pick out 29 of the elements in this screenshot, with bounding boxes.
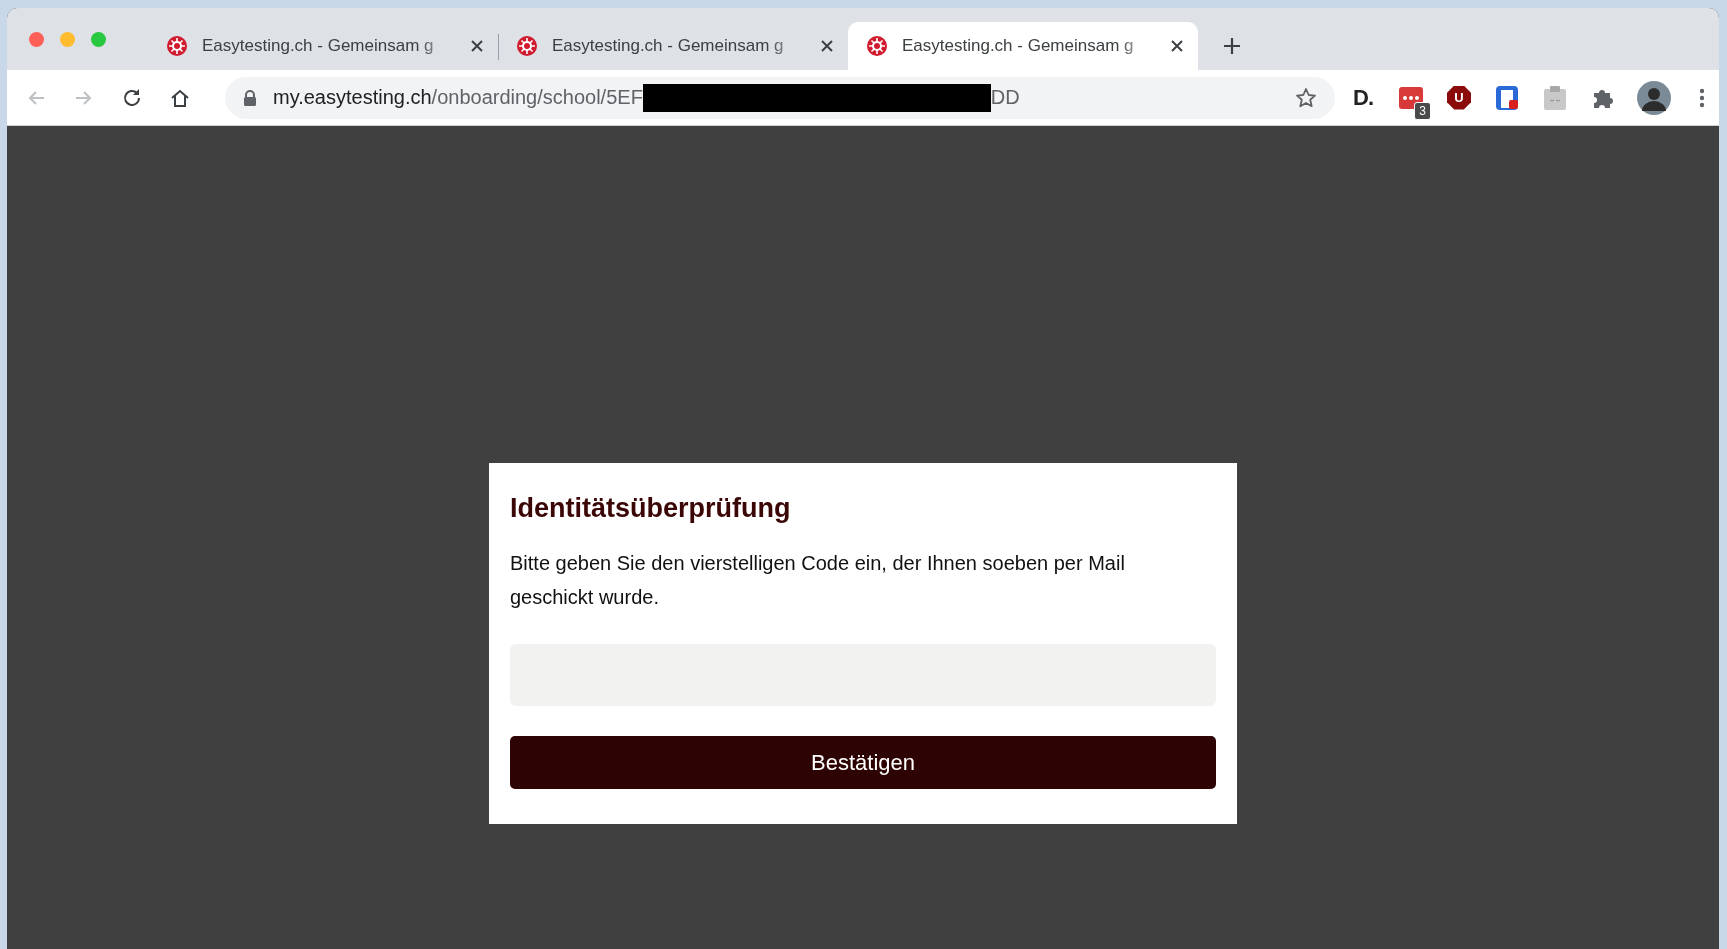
dialog-title: Identitätsüberprüfung xyxy=(510,493,792,524)
bookmark-star-icon[interactable] xyxy=(1295,86,1317,109)
tab-title: Easytesting.ch - Gemeinsam g xyxy=(202,36,435,56)
url-path-end: DD xyxy=(990,86,1020,109)
url-path: /onboarding/school/5EF xyxy=(431,86,643,109)
lock-icon xyxy=(243,89,257,106)
browser-tab[interactable]: Easytesting.ch - Gemeinsam g xyxy=(498,22,848,70)
close-tab-icon[interactable] xyxy=(1170,39,1184,53)
confirm-button[interactable]: Bestätigen xyxy=(510,736,1216,789)
extension-badge: 3 xyxy=(1414,101,1431,120)
new-tab-icon[interactable] xyxy=(1222,36,1242,56)
dialog-message: Bitte geben Sie den vierstelligen Code ein, der Ihnen soeben per Mail geschickt wurde. xyxy=(510,551,1126,610)
extension-icon[interactable]: U xyxy=(1445,83,1473,112)
favicon-icon xyxy=(866,35,888,57)
extension-icon[interactable]: D. xyxy=(1349,83,1377,112)
tab-title: Easytesting.ch - Gemeinsam g xyxy=(902,36,1135,56)
browser-tab[interactable]: Easytesting.ch - Gemeinsam g xyxy=(848,22,1198,70)
avatar-icon[interactable] xyxy=(1637,80,1671,115)
url-host: my.easytesting.ch xyxy=(273,86,432,109)
close-tab-icon[interactable] xyxy=(820,39,834,53)
favicon-icon xyxy=(166,35,188,57)
bookmark-extension-icon[interactable] xyxy=(1493,83,1521,112)
favicon-icon xyxy=(516,35,538,57)
tab-title: Easytesting.ch - Gemeinsam g xyxy=(552,36,785,56)
clipboard-icon[interactable] xyxy=(1541,83,1569,112)
browser-tab[interactable]: Easytesting.ch - Gemeinsam g xyxy=(148,22,498,70)
close-tab-icon[interactable] xyxy=(470,39,484,53)
menu-icon[interactable] xyxy=(1699,86,1705,109)
address-bar[interactable]: my.easytesting.ch/onboarding/school/5EF DD xyxy=(225,76,1335,119)
